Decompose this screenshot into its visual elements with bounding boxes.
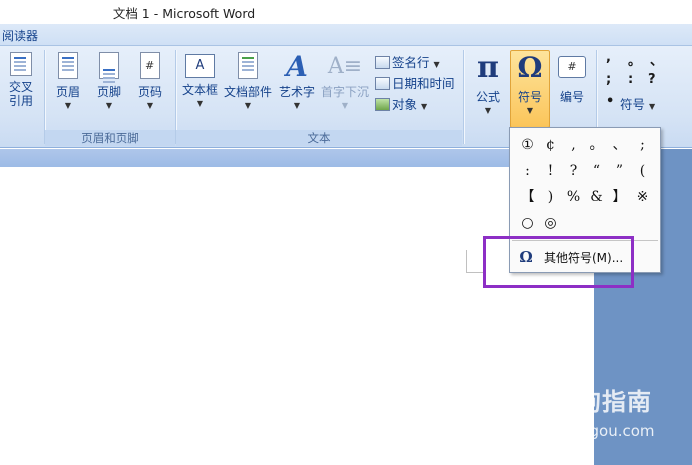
wordart-icon: A [286,50,308,83]
quick-parts-button[interactable]: 文档部件 ▼ [222,52,274,111]
chevron-down-icon: ▼ [293,101,301,110]
quick-parts-icon [238,52,258,79]
symbol-cell[interactable]: 。 [585,132,608,158]
header-icon [58,52,78,79]
symbol-cell[interactable]: ¢ [539,132,562,158]
object-label: 对象 [392,97,418,112]
symbol-cell[interactable]: , [562,132,585,158]
chevron-down-icon: ▼ [526,106,534,115]
punct-enumeration-comma[interactable]: 、 [650,50,663,69]
symbol-cell[interactable]: ! [539,158,562,184]
symbol-grid: ① ¢,。、;:!? “”( 【)% &】 ※ ○ ◎ [516,132,654,236]
dropcap-label: 首字下沉 [320,85,369,99]
punct-semicolon[interactable]: ; [606,72,611,87]
quick-parts-label: 文档部件 [223,85,272,99]
symbol-cell[interactable]: 】 [608,184,631,210]
tab-reader[interactable]: 阅读器 [2,27,38,44]
watermark-text: 搜狗指南 [552,388,652,416]
title-bar: 文档 1 - Microsoft Word [0,0,692,24]
footer-icon [99,52,119,79]
numbering-button[interactable]: # 编号 [552,52,592,104]
symbol-cell[interactable]: ◎ [539,210,562,236]
chevron-down-icon: ▼ [105,101,113,110]
chevron-down-icon: ▼ [146,101,154,110]
symbol-cell[interactable]: ○ [516,210,539,236]
page-number-label: 页码 [137,85,162,99]
group-divider [463,50,464,144]
watermark: 搜狗指南 zhinan.sogou.com [514,380,686,450]
signature-icon [375,56,390,69]
page-number-button[interactable]: # 页码 ▼ [132,52,168,111]
text-boundary-mark [466,250,467,272]
symbol-cell[interactable]: ? [562,158,585,184]
punct-comma[interactable]: , [606,50,611,65]
symbol-cell[interactable]: ※ [631,184,654,210]
textbox-label: 文本框 [181,83,218,97]
chevron-down-icon: ▼ [244,101,252,110]
ribbon-tab-bar: 阅读器 [0,24,692,46]
chevron-down-icon: ▼ [196,99,204,108]
wordart-label: 艺术字 [278,85,315,99]
chevron-down-icon: ▼ [649,102,656,111]
calendar-icon [375,77,390,90]
date-time-label: 日期和时间 [392,76,455,91]
symbol-cell[interactable]: ; [631,132,654,158]
omega-icon: Ω [517,51,543,84]
symbol-cell[interactable]: % [562,184,585,210]
annotation-highlight-box [483,236,634,288]
window-title-text: 文档 1 - Microsoft Word [112,6,256,21]
punct-colon[interactable]: : [628,72,633,87]
symbol-cell[interactable]: ① [516,132,539,158]
header-footer-group-label: 页眉和页脚 [81,131,139,145]
cross-reference-label-1: 交叉 [8,80,33,94]
date-time-button[interactable]: 日期和时间 [375,73,455,92]
signature-line-label: 签名行 [392,55,430,70]
symbol-cell[interactable]: 【 [516,184,539,210]
footer-label: 页脚 [96,85,121,99]
chevron-down-icon: ▼ [341,101,349,110]
object-button[interactable]: 对象 ▼ [375,94,427,113]
dropcap-button[interactable]: A≡ 首字下沉 ▼ [318,52,372,111]
cross-reference-icon [10,52,32,76]
special-symbol-label: 符号 [620,97,646,112]
symbol-cell[interactable]: & [585,184,608,210]
equation-label: 公式 [475,90,500,104]
chevron-down-icon: ▼ [433,60,440,69]
chevron-down-icon: ▼ [421,102,428,111]
footer-button[interactable]: 页脚 ▼ [91,52,127,111]
window-title: 文档 1 - Microsoft Word [0,3,692,22]
symbol-cell[interactable]: ” [608,158,631,184]
chevron-down-icon: ▼ [484,106,492,115]
watermark-url: zhinan.sogou.com [518,422,655,440]
header-label: 页眉 [55,85,80,99]
punct-bullet[interactable]: • [606,94,614,109]
symbol-label: 符号 [517,90,542,104]
symbol-cell[interactable]: 、 [608,132,631,158]
punct-question[interactable]: ? [648,72,656,87]
page-number-icon: # [140,52,160,79]
punct-period[interactable]: 。 [628,50,641,69]
object-icon [375,98,390,111]
symbol-cell[interactable]: ( [631,158,654,184]
sogou-logo-icon [514,382,544,412]
symbol-cell[interactable]: ) [539,184,562,210]
textbox-icon: A [185,54,215,78]
textbox-button[interactable]: A 文本框 ▼ [179,52,221,109]
pi-icon: π [477,50,499,85]
numbering-label: 编号 [559,90,584,104]
symbol-cell[interactable]: “ [585,158,608,184]
dropcap-icon: A≡ [327,54,363,79]
signature-line-button[interactable]: 签名行 ▼ [375,52,440,71]
wordart-button[interactable]: A 艺术字 ▼ [276,52,318,111]
header-button[interactable]: 页眉 ▼ [50,52,86,111]
special-symbol-button[interactable]: 符号 ▼ [620,94,655,113]
symbol-button[interactable]: Ω 符号 ▼ [510,52,550,116]
chevron-down-icon: ▼ [64,101,72,110]
cross-reference-label-2: 引用 [8,94,33,108]
text-group-label: 文本 [307,131,331,145]
symbol-cell[interactable]: : [516,158,539,184]
numbering-icon: # [558,56,586,78]
cross-reference-button[interactable]: 交叉 引用 [2,52,40,108]
equation-button[interactable]: π 公式 ▼ [468,52,508,116]
